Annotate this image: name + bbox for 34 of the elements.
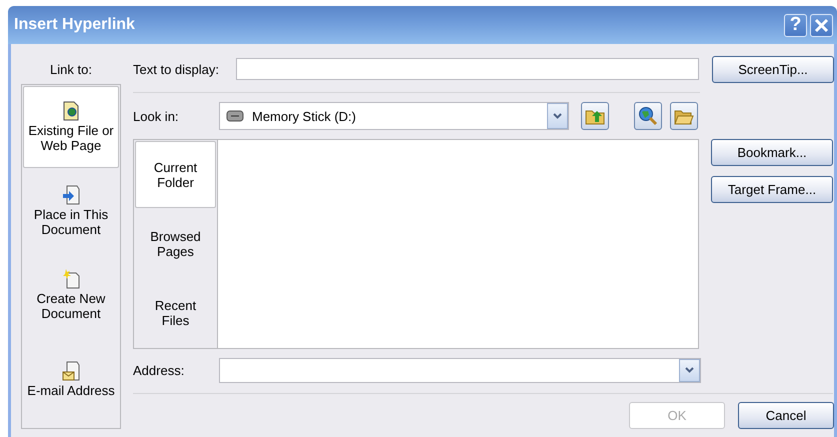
document-envelope-icon [62, 360, 80, 380]
window-title: Insert Hyperlink [14, 16, 136, 34]
document-arrow-icon [62, 185, 80, 205]
globe-magnifier-icon [638, 106, 658, 126]
look-in-label: Look in: [133, 108, 180, 124]
web-search-button[interactable] [634, 102, 662, 130]
address-label: Address: [133, 362, 186, 378]
cancel-button[interactable]: Cancel [738, 402, 834, 429]
text-to-display-field[interactable] [236, 58, 699, 80]
bookmark-button[interactable]: Bookmark... [711, 139, 833, 166]
close-button[interactable] [810, 14, 833, 36]
look-in-value: Memory Stick (D:) [252, 108, 357, 124]
browse-file-button[interactable] [670, 102, 698, 130]
dropdown-button[interactable] [679, 358, 700, 382]
dropdown-button[interactable] [547, 103, 568, 129]
link-type-item[interactable]: Create New Document [23, 254, 119, 336]
drive-icon [226, 109, 244, 123]
link-type-item[interactable]: Existing File or Web Page [23, 86, 119, 168]
close-icon [814, 18, 829, 32]
look-in-dropdown[interactable]: Memory Stick (D:) [219, 102, 569, 130]
target-frame-button[interactable]: Target Frame... [711, 176, 833, 203]
browse-tab[interactable]: Current Folder [135, 141, 216, 208]
text-to-display-label: Text to display: [133, 62, 220, 76]
caret-icon [553, 113, 562, 119]
up-folder-button[interactable] [581, 102, 609, 130]
caret-icon [685, 367, 694, 373]
screentip-button[interactable]: ScreenTip... [712, 56, 834, 82]
new-document-icon [62, 269, 80, 289]
browse-tab[interactable]: Browsed Pages [135, 210, 216, 278]
link-type-item[interactable]: Place in This Document [23, 170, 119, 252]
link-type-item[interactable]: E-mail Address [23, 338, 119, 420]
browse-tab[interactable]: Recent Files [135, 280, 216, 347]
link-to-label: Link to: [49, 62, 93, 76]
document-globe-icon [62, 101, 80, 121]
